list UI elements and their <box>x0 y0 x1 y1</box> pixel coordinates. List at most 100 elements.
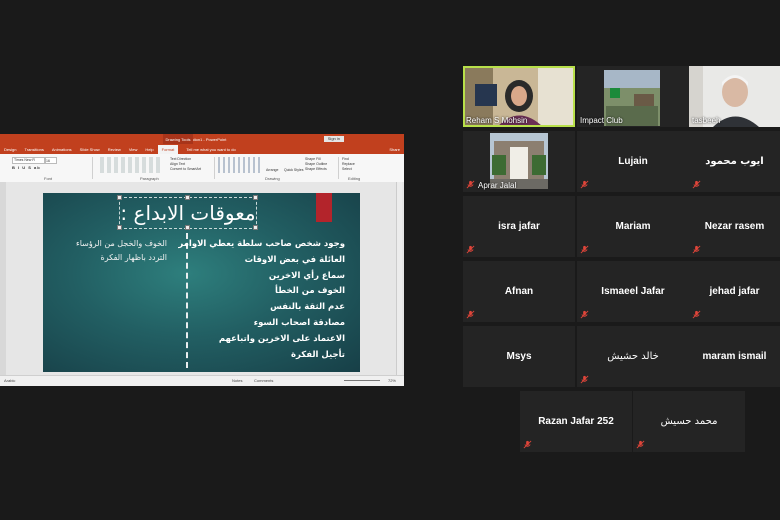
participant-name: Impact Club <box>580 116 623 125</box>
slide-bullet: عدم الثقة بالنفس <box>270 302 345 313</box>
participant-tile[interactable]: tasbeeh <box>689 66 780 127</box>
participant-tile[interactable]: jehad jafar <box>689 261 780 322</box>
participant-tile[interactable]: maram ismail <box>689 326 780 387</box>
paragraph-options: Text Direction Align Text Convert to Sma… <box>170 157 201 172</box>
slide-divider <box>186 233 188 368</box>
participant-name: tasbeeh <box>692 116 721 125</box>
tell-me-search[interactable]: Tell me what you want to do <box>182 145 239 154</box>
participant-name: Ismaeel Jafar <box>601 286 665 297</box>
select-button[interactable]: Select <box>342 167 355 172</box>
ppt-title-bar: Presentation1 - PowerPoint Drawing Tools… <box>0 134 404 144</box>
participant-name: Nezar rasem <box>704 221 765 232</box>
group-editing-label: Editing <box>348 176 361 181</box>
microphone-muted-icon <box>692 180 701 189</box>
tab-design[interactable]: Design <box>0 145 20 154</box>
slide-canvas[interactable]: معوقات الابداع : وجود شخص صاحب سلطة يعطي… <box>43 193 360 372</box>
participant-tile[interactable]: ايوب محمود <box>689 131 780 192</box>
slide-bullet: الخوف من الخطأ <box>275 286 345 297</box>
slide-red-accent <box>316 193 332 222</box>
microphone-muted-icon <box>580 245 589 254</box>
tab-format[interactable]: Format <box>157 145 179 154</box>
shapes-gallery[interactable] <box>218 157 262 173</box>
participant-tile[interactable]: Msys <box>463 326 575 387</box>
participant-tile[interactable]: Nezar rasem <box>689 196 780 257</box>
vertical-scrollbar[interactable] <box>396 182 402 376</box>
shared-screen: Presentation1 - PowerPoint Drawing Tools… <box>0 134 404 386</box>
font-format-buttons[interactable]: B I U S ab <box>12 165 41 170</box>
participant-tile[interactable]: محمد حسيش <box>633 391 745 452</box>
group-drawing-label: Drawing <box>265 176 280 181</box>
resize-handle[interactable] <box>185 225 190 230</box>
participant-name: خالد حشيش <box>607 351 659 362</box>
participant-tile[interactable]: Afnan <box>463 261 575 322</box>
group-paragraph-label: Paragraph <box>140 176 159 181</box>
font-name-box[interactable]: Times New R <box>12 157 45 164</box>
participant-name: Razan Jafar 252 <box>538 416 614 427</box>
tab-view[interactable]: View <box>125 145 142 154</box>
participant-name: maram ismail <box>702 351 767 362</box>
participant-name: jehad jafar <box>709 286 760 297</box>
microphone-muted-icon <box>580 180 589 189</box>
participant-name: Reham S Mohsin <box>466 116 528 125</box>
participant-tile[interactable]: Aprar Jalal <box>463 131 575 192</box>
microphone-muted-icon <box>692 245 701 254</box>
font-size-box[interactable]: 16 <box>45 157 57 164</box>
drawing-tools-label: Drawing Tools <box>163 134 193 144</box>
resize-handle[interactable] <box>253 225 258 230</box>
participant-name: ايوب محمود <box>705 156 764 167</box>
slide-bullet: مصادقة اصحاب السوء <box>253 317 345 328</box>
participant-name: Aprar Jalal <box>478 181 517 190</box>
resize-handle[interactable] <box>185 195 190 200</box>
slide-bullet: الخوف والخجل من الرؤساء <box>75 239 167 248</box>
participant-tile[interactable]: Impact Club <box>577 66 689 127</box>
microphone-muted-icon <box>580 310 589 319</box>
participant-tile[interactable]: Razan Jafar 252 <box>520 391 632 452</box>
slide-workspace: معوقات الابداع : وجود شخص صاحب سلطة يعطي… <box>0 182 404 376</box>
participant-tile[interactable]: Mariam <box>577 196 689 257</box>
ribbon-separator <box>214 157 215 179</box>
microphone-muted-icon <box>692 310 701 319</box>
thumbnail-pane[interactable] <box>0 182 6 376</box>
ppt-share-button[interactable]: Share <box>385 145 404 154</box>
slide-bullet: تأجيل الفكرة <box>291 349 345 360</box>
notes-button[interactable]: Notes <box>232 378 242 383</box>
slide-left-column: الخوف والخجل من الرؤساء التردد باظهار ال… <box>57 237 167 265</box>
convert-smartart-button[interactable]: Convert to SmartArt <box>170 167 201 172</box>
microphone-muted-icon <box>466 245 475 254</box>
ppt-ribbon-tabs: Design Transitions Animations Slide Show… <box>0 144 404 154</box>
sign-in-button[interactable]: Sign in <box>323 136 344 142</box>
microphone-muted-icon <box>523 440 532 449</box>
ppt-ribbon: Times New R 16 B I U S ab Text Direction… <box>0 154 404 183</box>
zoom-level[interactable]: 72% <box>388 378 396 383</box>
comments-button[interactable]: Comments <box>254 378 273 383</box>
tab-review[interactable]: Review <box>104 145 125 154</box>
participant-tile[interactable]: Reham S Mohsin <box>463 66 575 127</box>
resize-handle[interactable] <box>117 225 122 230</box>
participant-tile[interactable]: isra jafar <box>463 196 575 257</box>
participant-tile[interactable]: Lujain <box>577 131 689 192</box>
resize-handle[interactable] <box>117 195 122 200</box>
tab-slide-show[interactable]: Slide Show <box>76 145 104 154</box>
paragraph-icons[interactable] <box>100 157 160 173</box>
participant-name: Msys <box>506 351 532 362</box>
ppt-status-bar: Arabic Notes Comments 72% <box>0 375 404 386</box>
tab-transitions[interactable]: Transitions <box>20 145 47 154</box>
participant-tile[interactable]: Ismaeel Jafar <box>577 261 689 322</box>
arrange-button[interactable]: Arrange <box>266 168 278 172</box>
participant-name: Afnan <box>504 286 534 297</box>
tab-animations[interactable]: Animations <box>48 145 76 154</box>
shape-effects-button[interactable]: Shape Effects <box>305 167 327 172</box>
slide-bullet: العائلة في بعض الاوقات <box>244 254 345 265</box>
slide-bullet: الاعتماد على الاخرين واتباعهم <box>218 333 345 344</box>
zoom-slider[interactable] <box>344 380 380 381</box>
tab-help[interactable]: Help <box>141 145 157 154</box>
slide-right-column: وجود شخص صاحب سلطة يعطي الاوامر العائلة … <box>178 237 345 363</box>
microphone-muted-icon <box>580 375 589 384</box>
quick-styles-button[interactable]: Quick Styles <box>284 168 303 172</box>
ribbon-separator <box>92 157 93 179</box>
microphone-muted-icon <box>466 180 475 189</box>
resize-handle[interactable] <box>253 195 258 200</box>
microphone-muted-icon <box>466 310 475 319</box>
participant-tile[interactable]: خالد حشيش <box>577 326 689 387</box>
font-size-value: 16 <box>46 159 50 163</box>
